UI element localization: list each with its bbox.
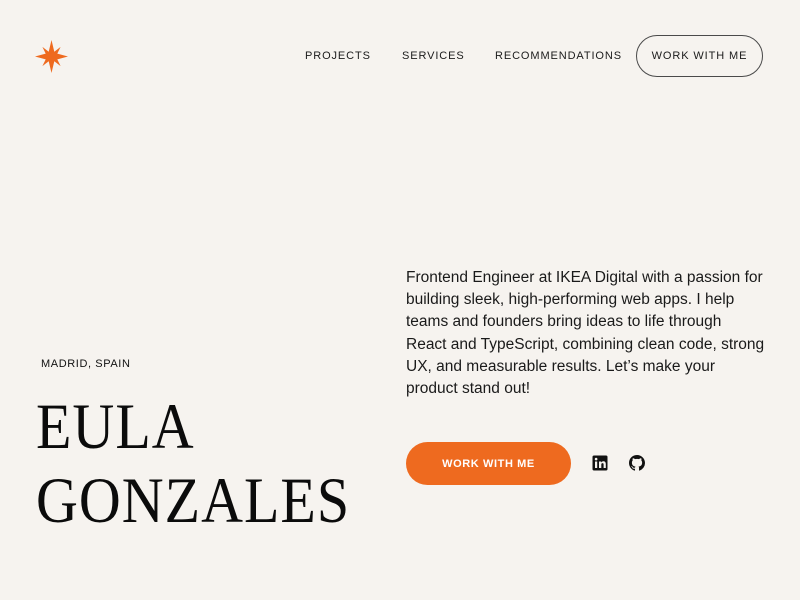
location-label: MADRID, SPAIN xyxy=(41,358,131,370)
hero-name-first: EULA xyxy=(36,390,195,463)
hero-bio: Frontend Engineer at IKEA Digital with a… xyxy=(406,269,765,398)
nav-services-link[interactable]: SERVICES xyxy=(402,50,465,62)
nav-recommendations-link[interactable]: RECOMMENDATIONS xyxy=(495,50,622,62)
hero-work-with-me-button[interactable]: WORK WITH ME xyxy=(406,442,571,485)
nav-projects-link[interactable]: PROJECTS xyxy=(305,50,371,62)
hero-name-heading: EULA GONZALES xyxy=(36,390,350,538)
nav-work-with-me-button[interactable]: WORK WITH ME xyxy=(636,35,763,77)
hero-work-with-me-label: WORK WITH ME xyxy=(442,457,535,470)
hero-name-last: GONZALES xyxy=(36,463,351,537)
linkedin-icon[interactable] xyxy=(592,455,608,471)
nav-work-with-me-label: WORK WITH ME xyxy=(651,50,748,62)
main-nav: PROJECTS SERVICES RECOMMENDATIONS WORK W… xyxy=(0,35,800,78)
github-icon[interactable] xyxy=(629,455,645,471)
